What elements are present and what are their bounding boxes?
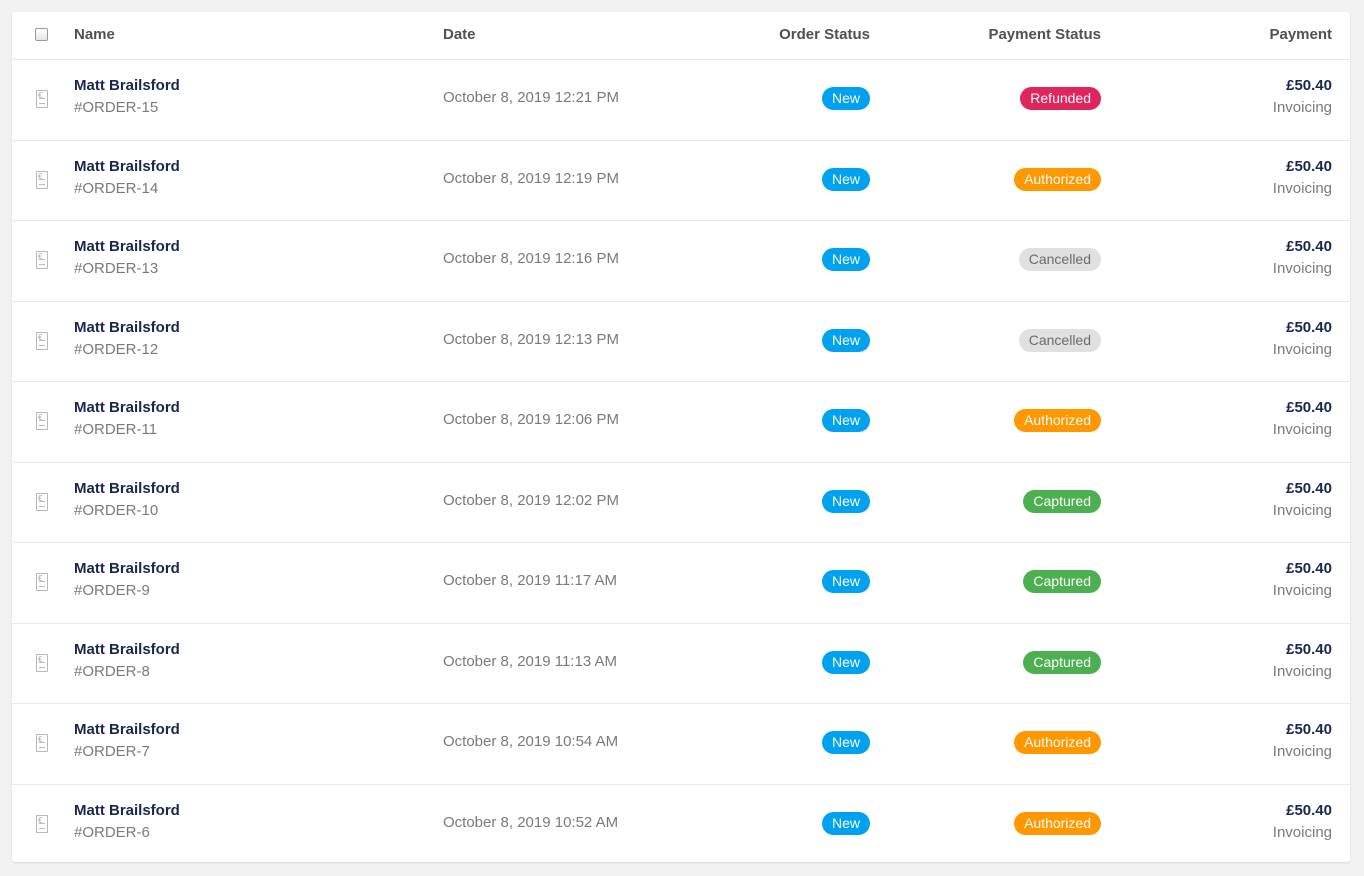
order-status-badge: New (821, 811, 870, 835)
order-number: #ORDER-6 (74, 823, 150, 841)
order-date: October 8, 2019 12:19 PM (443, 169, 619, 187)
receipt-icon[interactable]: € (36, 573, 48, 591)
order-date: October 8, 2019 12:13 PM (443, 330, 619, 348)
customer-name[interactable]: Matt Brailsford (74, 641, 180, 658)
order-date: October 8, 2019 10:54 AM (443, 733, 619, 750)
payment-method: Invoicing (1272, 99, 1332, 116)
customer-name[interactable]: Matt Brailsford (74, 721, 180, 738)
order-number: #ORDER-9 (74, 582, 150, 599)
payment-amount: £50.40 (1286, 399, 1332, 416)
payment-status-badge: Captured (1023, 650, 1101, 674)
table-row[interactable]: € Matt Brailsford #ORDER-8 October 8, 20… (12, 624, 1350, 704)
order-status-badge: New (821, 570, 870, 593)
header-date[interactable]: Date (443, 26, 476, 43)
order-date: October 8, 2019 12:16 PM (443, 250, 619, 267)
payment-method: Invoicing (1272, 260, 1332, 277)
receipt-icon[interactable]: € (36, 492, 48, 511)
header-payment[interactable]: Payment (1269, 26, 1332, 43)
customer-name[interactable]: Matt Brailsford (74, 77, 180, 94)
order-date: October 8, 2019 11:13 AM (443, 652, 618, 670)
table-row[interactable]: € Matt Brailsford #ORDER-12 October 8, 2… (12, 302, 1350, 382)
payment-method: Invoicing (1272, 179, 1332, 197)
customer-name[interactable]: Matt Brailsford (74, 238, 180, 255)
table-body: € Matt Brailsford #ORDER-15 October 8, 2… (12, 60, 1350, 864)
payment-status-badge: Authorized (1014, 811, 1101, 835)
order-number: #ORDER-15 (74, 99, 159, 116)
order-date: October 8, 2019 12:21 PM (443, 89, 619, 106)
customer-name[interactable]: Matt Brailsford (74, 158, 180, 175)
receipt-icon[interactable]: € (36, 90, 48, 108)
order-number: #ORDER-12 (74, 340, 159, 358)
order-date: October 8, 2019 10:52 AM (443, 813, 619, 831)
receipt-icon[interactable]: € (36, 251, 48, 269)
order-status-badge: New (821, 650, 870, 674)
table-row[interactable]: € Matt Brailsford #ORDER-9 October 8, 20… (12, 543, 1350, 624)
payment-amount: £50.40 (1286, 157, 1332, 175)
receipt-icon[interactable]: € (36, 653, 48, 672)
table-row[interactable]: € Matt Brailsford #ORDER-14 October 8, 2… (12, 141, 1350, 221)
payment-status-badge: Captured (1023, 489, 1101, 513)
order-status-badge: New (821, 489, 870, 513)
table-row[interactable]: € Matt Brailsford #ORDER-6 October 8, 20… (12, 785, 1350, 865)
header-payment-status[interactable]: Payment Status (988, 26, 1101, 43)
order-status-badge: New (821, 409, 870, 432)
table-row[interactable]: € Matt Brailsford #ORDER-11 October 8, 2… (12, 382, 1350, 463)
table-row[interactable]: € Matt Brailsford #ORDER-15 October 8, 2… (12, 60, 1350, 141)
table-row[interactable]: € Matt Brailsford #ORDER-13 October 8, 2… (12, 221, 1350, 302)
table-row[interactable]: € Matt Brailsford #ORDER-7 October 8, 20… (12, 704, 1350, 785)
header-name[interactable]: Name (74, 26, 115, 43)
payment-status-badge: Cancelled (1018, 328, 1101, 352)
customer-name[interactable]: Matt Brailsford (74, 399, 180, 416)
payment-status-badge: Authorized (1014, 731, 1101, 754)
orders-table: Name Date Order Status Payment Status Pa… (12, 12, 1350, 862)
payment-status-badge: Refunded (1020, 87, 1101, 110)
customer-name[interactable]: Matt Brailsford (74, 480, 180, 497)
table-header: Name Date Order Status Payment Status Pa… (12, 12, 1350, 60)
payment-status-badge: Cancelled (1018, 248, 1101, 271)
order-number: #ORDER-14 (74, 179, 159, 197)
payment-amount: £50.40 (1286, 318, 1332, 336)
customer-name[interactable]: Matt Brailsford (74, 802, 180, 819)
payment-amount: £50.40 (1286, 77, 1332, 94)
order-date: October 8, 2019 11:17 AM (443, 572, 618, 589)
select-all-checkbox[interactable] (35, 28, 48, 41)
payment-status-badge: Captured (1023, 570, 1101, 593)
payment-amount: £50.40 (1286, 238, 1332, 255)
order-date: October 8, 2019 12:06 PM (443, 411, 619, 428)
order-number: #ORDER-11 (74, 421, 158, 438)
payment-method: Invoicing (1272, 582, 1332, 599)
order-number: #ORDER-13 (74, 260, 159, 277)
payment-status-badge: Authorized (1014, 409, 1101, 432)
payment-amount: £50.40 (1286, 721, 1332, 738)
order-number: #ORDER-10 (74, 501, 159, 519)
payment-method: Invoicing (1272, 501, 1332, 519)
receipt-icon[interactable]: € (36, 412, 48, 430)
customer-name[interactable]: Matt Brailsford (74, 319, 180, 336)
payment-method: Invoicing (1272, 340, 1332, 358)
payment-status-badge: Authorized (1014, 167, 1101, 191)
customer-name[interactable]: Matt Brailsford (74, 560, 180, 577)
receipt-icon[interactable]: € (36, 814, 48, 833)
payment-amount: £50.40 (1286, 479, 1332, 497)
order-status-badge: New (821, 731, 870, 754)
payment-amount: £50.40 (1286, 560, 1332, 577)
order-status-badge: New (821, 87, 870, 110)
receipt-icon[interactable]: € (36, 331, 48, 350)
table-row[interactable]: € Matt Brailsford #ORDER-10 October 8, 2… (12, 463, 1350, 543)
order-number: #ORDER-7 (74, 743, 150, 760)
payment-amount: £50.40 (1286, 640, 1332, 658)
payment-method: Invoicing (1272, 823, 1332, 841)
order-status-badge: New (821, 167, 870, 191)
order-date: October 8, 2019 12:02 PM (443, 491, 619, 509)
payment-amount: £50.40 (1286, 801, 1332, 819)
order-status-badge: New (821, 328, 870, 352)
order-status-badge: New (821, 248, 870, 271)
header-order-status[interactable]: Order Status (779, 26, 870, 43)
payment-method: Invoicing (1272, 662, 1332, 680)
order-number: #ORDER-8 (74, 662, 150, 680)
payment-method: Invoicing (1272, 743, 1332, 760)
receipt-icon[interactable]: € (36, 734, 48, 752)
payment-method: Invoicing (1272, 421, 1332, 438)
receipt-icon[interactable]: € (36, 170, 48, 189)
